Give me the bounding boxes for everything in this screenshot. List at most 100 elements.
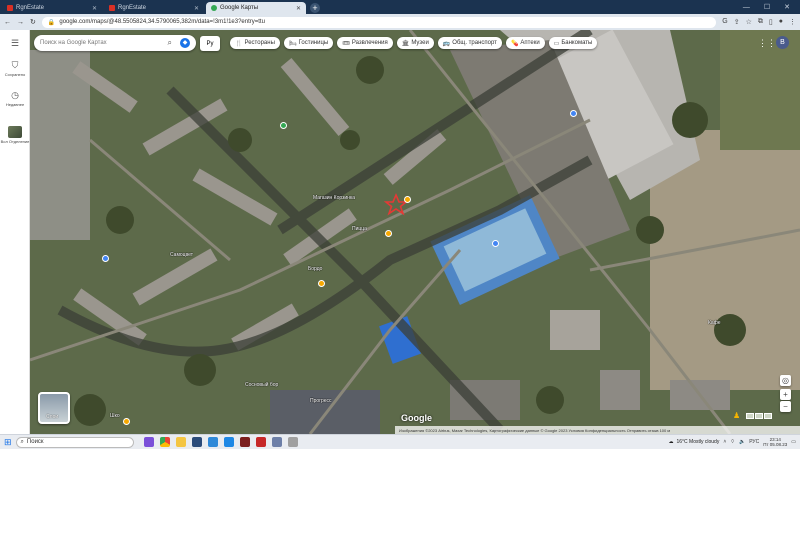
language-toggle[interactable]: Ру <box>200 36 220 51</box>
chip-label: Аптеки <box>520 40 540 46</box>
bed-icon: 🛏 <box>288 40 297 47</box>
chip-label: Развлечения <box>351 40 388 46</box>
star-icon[interactable]: ☆ <box>746 18 752 26</box>
chip-atms[interactable]: ▭ Банкоматы <box>548 37 598 49</box>
chip-label: Общ. транспорт <box>452 40 497 46</box>
chip-transit[interactable]: 🚌 Общ. транспорт <box>437 37 502 49</box>
map-search-box[interactable]: Поиск на Google Картах ⌕ ◆ <box>34 35 196 51</box>
taskbar-search-input[interactable]: Поиск <box>27 439 44 445</box>
app-icon[interactable] <box>287 437 298 447</box>
url-text: google.com/maps/@48.5505824,34.5790065,3… <box>59 19 265 25</box>
pegman-icon[interactable]: ♟ <box>733 411 740 420</box>
clock[interactable]: 23:14 Пт 05.08.23 <box>763 437 787 447</box>
language-indicator[interactable]: РУС <box>749 439 759 445</box>
place-pin[interactable] <box>102 255 109 262</box>
place-label[interactable]: Магазин Корзинка <box>313 195 355 201</box>
layers-button[interactable]: Слои <box>38 392 70 424</box>
search-input[interactable]: Поиск на Google Картах <box>40 40 107 46</box>
avatar[interactable]: В <box>776 36 789 49</box>
chip-restaurants[interactable]: 🍴 Рестораны <box>230 37 280 49</box>
browser-tab[interactable]: RgnEstate ✕ <box>2 2 102 14</box>
more-icon[interactable]: ⋮ <box>789 18 796 26</box>
mini-layer-thumbnails[interactable] <box>746 413 772 419</box>
reload-icon[interactable]: ↻ <box>30 18 36 26</box>
apps-grid-icon[interactable]: ⋮⋮ <box>758 38 776 49</box>
pill-icon: 💊 <box>510 40 519 47</box>
my-location-button[interactable]: ◎ <box>780 375 791 386</box>
cloud-icon: ☁ <box>668 439 674 445</box>
place-label[interactable]: Пицца <box>352 226 367 232</box>
extensions-icon[interactable]: ⧉ <box>758 18 763 26</box>
browser-tab-active[interactable]: Google Карты ✕ <box>206 2 306 14</box>
sidebar-icon[interactable]: ▯ <box>769 18 773 26</box>
zoom-in-button[interactable]: + <box>780 389 791 400</box>
chip-label: Рестораны <box>244 40 275 46</box>
maximize-icon[interactable]: ☐ <box>764 3 770 11</box>
place-pin[interactable] <box>318 280 325 287</box>
chip-entertainment[interactable]: 🎟 Развлечения <box>337 37 393 49</box>
fork-knife-icon: 🍴 <box>235 40 243 47</box>
chip-pharmacies[interactable]: 💊 Аптеки <box>505 37 545 49</box>
chevron-up-icon[interactable]: ˄ <box>723 439 726 445</box>
place-label[interactable]: Прогресс <box>310 398 332 404</box>
plus-icon: + <box>783 390 788 399</box>
place-label[interactable]: Шко <box>110 413 120 419</box>
rail-saved[interactable]: ⛉ Сохранено <box>0 60 30 77</box>
forward-icon[interactable]: → <box>17 19 24 26</box>
menu-button[interactable]: ☰ <box>0 38 30 50</box>
app-icon[interactable] <box>239 437 250 447</box>
browser-tab[interactable]: RgnEstate ✕ <box>104 2 204 14</box>
close-window-icon[interactable]: ✕ <box>784 3 790 11</box>
translate-icon[interactable]: G <box>722 18 727 26</box>
app-icon[interactable] <box>191 437 202 447</box>
back-icon[interactable]: ← <box>4 19 11 26</box>
app-icon[interactable] <box>223 437 234 447</box>
layer-thumbnail[interactable] <box>755 413 763 419</box>
chip-museums[interactable]: 🏛 Музеи <box>396 37 434 49</box>
chip-hotels[interactable]: 🛏 Гостиницы <box>283 37 334 49</box>
satellite-imagery <box>30 30 800 434</box>
place-pin[interactable] <box>280 122 287 129</box>
map-attribution: Изображения ©2023 Airbus, Maxar Technolo… <box>395 426 800 434</box>
close-icon[interactable]: ✕ <box>194 5 199 12</box>
layer-thumbnail[interactable] <box>764 413 772 419</box>
rail-recent[interactable]: ◷ Недавнее <box>0 90 30 107</box>
app-icon[interactable] <box>207 437 218 447</box>
share-icon[interactable]: ⇪ <box>734 18 740 26</box>
place-label[interactable]: Самоцвет <box>170 252 193 258</box>
weather-widget[interactable]: ☁ 16°C Mostly cloudy <box>668 439 719 445</box>
window-controls: — ☐ ✕ <box>743 0 800 14</box>
place-pin[interactable] <box>404 196 411 203</box>
zoom-out-button[interactable]: − <box>780 401 791 412</box>
volume-icon[interactable]: 🔈 <box>739 439 745 445</box>
new-tab-button[interactable]: + <box>310 3 320 13</box>
windows-start-icon[interactable]: ⊞ <box>4 437 12 448</box>
file-explorer-icon[interactable] <box>175 437 186 447</box>
close-icon[interactable]: ✕ <box>92 5 97 12</box>
app-icon[interactable] <box>255 437 266 447</box>
tab-title: Google Карты <box>220 5 259 11</box>
place-pin[interactable] <box>570 110 577 117</box>
place-pin[interactable] <box>385 230 392 237</box>
satellite-map[interactable]: Поиск на Google Картах ⌕ ◆ Ру 🍴 Рестораны… <box>30 30 800 434</box>
app-icon[interactable] <box>143 437 154 447</box>
search-icon[interactable]: ⌕ <box>168 38 172 48</box>
minimize-icon[interactable]: — <box>743 4 750 11</box>
place-label[interactable]: Кафе <box>708 320 721 326</box>
place-pin[interactable] <box>492 240 499 247</box>
address-bar[interactable]: 🔒 google.com/maps/@48.5505824,34.5790065… <box>41 16 717 28</box>
taskbar-search[interactable]: ⌕ Поиск <box>15 436 134 448</box>
place-label[interactable]: Сосновый бор <box>245 382 278 388</box>
place-label[interactable]: Бордо <box>308 266 322 272</box>
layers-label: Слои <box>46 414 59 420</box>
layer-thumbnail[interactable] <box>746 413 754 419</box>
directions-icon[interactable]: ◆ <box>180 38 190 48</box>
chrome-icon[interactable] <box>159 437 170 447</box>
notifications-icon[interactable]: ▭ <box>791 439 796 445</box>
profile-icon[interactable]: ● <box>779 18 783 26</box>
network-icon[interactable]: ⌔ <box>730 439 735 445</box>
rail-recent-place[interactable]: Вол Отделение <box>0 126 30 144</box>
app-icon[interactable] <box>271 437 282 447</box>
close-icon[interactable]: ✕ <box>296 5 301 12</box>
place-pin[interactable] <box>123 418 130 425</box>
